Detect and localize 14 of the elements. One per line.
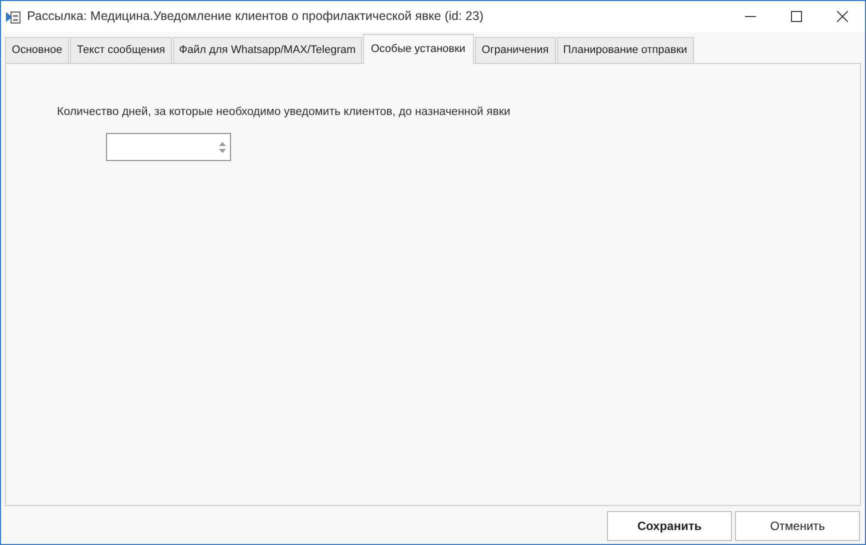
save-button[interactable]: Сохранить [607,511,732,541]
tab[interactable]: Ограничения [474,37,556,63]
tab[interactable]: Файл для Whatsapp/MAX/Telegram [173,37,362,63]
number-field[interactable] [106,133,231,162]
tab[interactable]: Текст сообщения [70,37,172,63]
cancel-button[interactable]: Отменить [735,511,860,541]
window-title: Рассылка: Медицина.Уведомление клиентов о профилактической явке (id: 23) [27,8,484,26]
tab[interactable]: Особые установки [362,34,474,64]
spin-down-icon[interactable] [219,148,226,153]
tab[interactable]: Основное [5,37,69,63]
app-icon [5,8,21,24]
spin-up-icon[interactable] [219,142,226,146]
field-label: Количество дней, за которые необходимо уведомить клиентов, до назначенной явки [57,105,512,120]
tab[interactable]: Планирование отправки [556,37,694,63]
